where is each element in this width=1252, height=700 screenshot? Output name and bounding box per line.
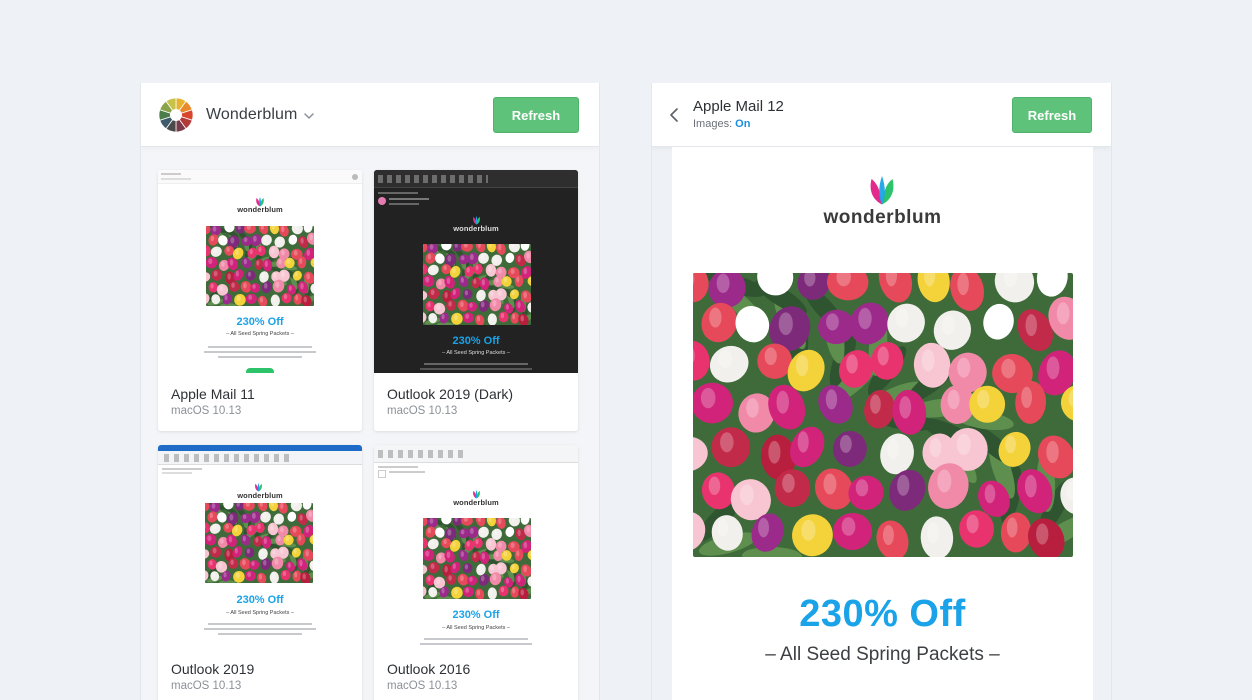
images-label: Images:	[693, 118, 733, 130]
mini-brand-text: wonderblum	[453, 498, 499, 507]
email-preview-thumbnail[interactable]: wonderblum 230% Off – All Seed Spring Pa…	[374, 445, 578, 648]
client-name: Apple Mail 11	[171, 386, 255, 402]
client-card-outlook-2019-dark[interactable]: wonderblum 230% Off – All Seed Spring Pa…	[374, 170, 578, 431]
email-brand-text: wonderblum	[823, 207, 942, 228]
email-render: wonderblum 230% Off – All Seed Spring Pa…	[672, 147, 1093, 700]
images-status: Images: On	[693, 118, 750, 130]
email-detail-panel: Apple Mail 12 Images: On Refresh wonderbl…	[651, 83, 1112, 700]
tulip-photo	[423, 244, 531, 325]
tulip-logo-icon	[870, 176, 894, 205]
back-arrow-icon[interactable]	[668, 107, 680, 123]
mini-subline: – All Seed Spring Packets –	[442, 625, 510, 631]
client-name: Outlook 2019 (Dark)	[387, 386, 514, 402]
mini-headline: 230% Off	[452, 609, 500, 621]
email-headline: 230% Off	[799, 593, 966, 635]
tulip-photo	[206, 226, 314, 306]
client-os: macOS 10.13	[171, 405, 242, 417]
mini-subline: – All Seed Spring Packets –	[442, 350, 510, 356]
mini-subline: – All Seed Spring Packets –	[226, 331, 294, 337]
mini-subline: – All Seed Spring Packets –	[226, 610, 294, 616]
client-card-apple-mail-11[interactable]: wonderblum 230% Off – All Seed Spring Pa…	[158, 170, 362, 431]
tulip-photo	[423, 518, 531, 599]
client-os: macOS 10.13	[387, 405, 458, 417]
email-subline: – All Seed Spring Packets –	[765, 644, 1000, 665]
client-card-outlook-2016[interactable]: wonderblum 230% Off – All Seed Spring Pa…	[374, 445, 578, 700]
client-os: macOS 10.13	[171, 680, 242, 692]
email-preview-thumbnail[interactable]: wonderblum 230% Off – All Seed Spring Pa…	[158, 445, 362, 648]
refresh-button[interactable]: Refresh	[1012, 97, 1092, 133]
mini-headline: 230% Off	[236, 316, 284, 328]
client-card-outlook-2019[interactable]: wonderblum 230% Off – All Seed Spring Pa…	[158, 445, 362, 700]
detail-header: Apple Mail 12 Images: On Refresh	[652, 83, 1111, 147]
mini-brand-text: wonderblum	[237, 491, 283, 500]
mini-brand-text: wonderblum	[453, 224, 499, 233]
tulip-photo	[693, 273, 1073, 557]
client-title: Apple Mail 12	[693, 98, 784, 115]
client-os: macOS 10.13	[387, 680, 458, 692]
mini-brand-text: wonderblum	[237, 205, 283, 214]
client-name: Outlook 2016	[387, 661, 471, 677]
mini-headline: 230% Off	[236, 594, 284, 606]
mini-headline: 230% Off	[452, 335, 500, 347]
email-preview-thumbnail[interactable]: wonderblum 230% Off – All Seed Spring Pa…	[374, 170, 578, 373]
images-toggle[interactable]: On	[735, 118, 750, 130]
client-list-panel: Wonderblum Refresh wonderblum 230% Off –…	[140, 83, 600, 700]
wonderblum-color-wheel-icon	[159, 97, 193, 132]
tulip-photo	[205, 503, 313, 583]
refresh-button[interactable]: Refresh	[493, 97, 579, 133]
chevron-down-icon[interactable]	[303, 110, 315, 122]
account-header: Wonderblum Refresh	[141, 83, 599, 147]
account-name[interactable]: Wonderblum	[206, 106, 297, 124]
client-name: Outlook 2019	[171, 661, 255, 677]
email-preview-thumbnail[interactable]: wonderblum 230% Off – All Seed Spring Pa…	[158, 170, 362, 373]
